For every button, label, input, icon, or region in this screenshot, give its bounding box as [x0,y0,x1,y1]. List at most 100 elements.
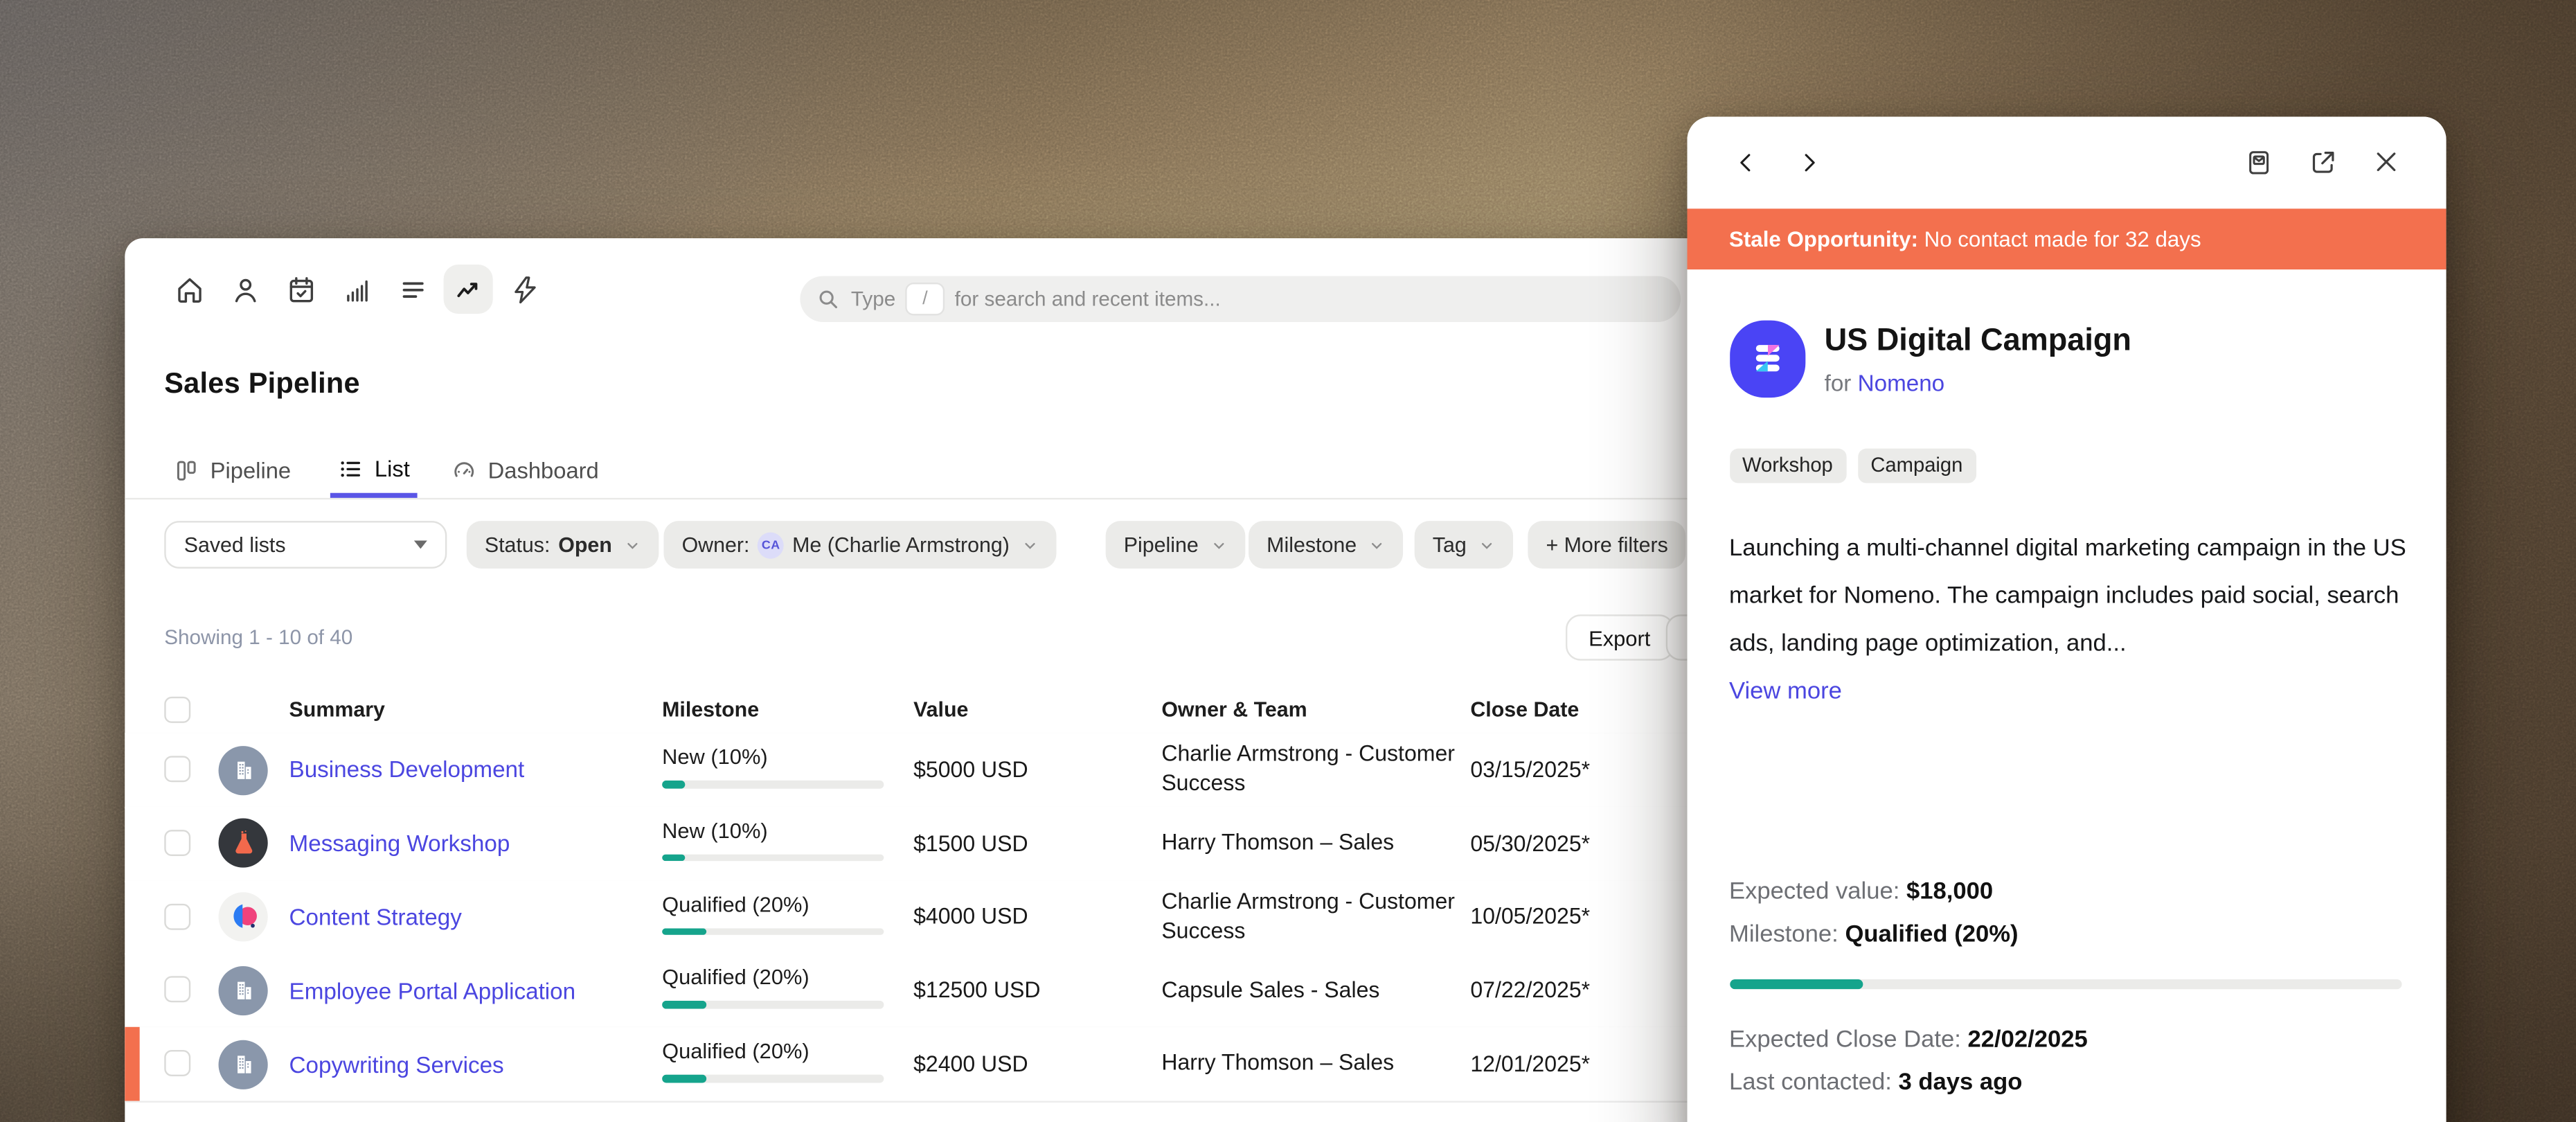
tag-filter[interactable]: Tag [1415,521,1512,569]
calendar-icon[interactable] [276,265,325,314]
milestone-label: New (10%) [662,818,768,843]
close-icon[interactable] [2372,147,2400,177]
owner-cell: Harry Thomson – Sales [1161,806,1460,880]
last-contacted-value: 3 days ago [1898,1069,2022,1095]
pipeline-filter[interactable]: Pipeline [1106,521,1245,569]
tag-list: Workshop Campaign [1729,447,1976,482]
gauge-icon [451,458,476,483]
opportunity-link[interactable]: Business Development [289,733,525,806]
more-filters-label: + More filters [1546,533,1667,558]
milestone-filter-label: Milestone [1267,533,1357,558]
home-icon[interactable] [164,265,213,314]
saved-lists-label: Saved lists [184,533,286,558]
stale-opportunity-banner: Stale Opportunity: No contact made for 3… [1686,208,2446,269]
page-title: Sales Pipeline [164,366,360,401]
column-owner-team: Owner & Team [1161,697,1307,722]
search-type-label: Type [851,287,895,310]
opportunity-description: Launching a multi-channel digital market… [1729,525,2409,715]
tag-pill[interactable]: Workshop [1729,447,1846,482]
row-checkbox[interactable] [164,756,190,782]
chevron-down-icon [1021,537,1038,553]
tab-list[interactable]: List [330,444,418,498]
close-date-cell: 05/30/2025* [1470,806,1590,880]
people-icon[interactable] [220,265,269,314]
back-icon[interactable] [1733,147,1759,177]
milestone-progress [662,854,884,862]
milestone-cell: Qualified (20%) [662,1039,884,1083]
open-external-icon[interactable] [2308,147,2338,177]
saved-lists-select[interactable]: Saved lists [164,521,447,569]
owner-cell: Charlie Armstrong - Customer Success [1161,733,1460,806]
tab-pipeline[interactable]: Pipeline [174,444,291,497]
pipeline-icon[interactable] [444,265,493,314]
milestone-progress [1729,979,2401,989]
milestone-value: Qualified (20%) [1845,921,2018,947]
column-value: Value [913,697,968,722]
opportunity-link[interactable]: Content Strategy [289,880,462,954]
for-label: for [1825,369,1858,395]
panel-header [1686,116,2446,208]
more-filters-button[interactable]: + More filters [1528,521,1686,569]
tab-dashboard-label: Dashboard [488,458,599,483]
milestone-row: Milestone: Qualified (20%) [1729,921,2019,947]
owner-cell: Charlie Armstrong - Customer Success [1161,880,1460,954]
column-close-date: Close Date [1470,697,1579,722]
tab-pipeline-label: Pipeline [211,458,291,483]
export-button[interactable]: Export [1566,614,1674,660]
milestone-progress [662,1001,884,1009]
pipeline-filter-label: Pipeline [1124,533,1199,558]
select-all-checkbox[interactable] [164,697,190,723]
list-icon [339,456,364,481]
banner-bold: Stale Opportunity: [1729,226,1918,251]
view-more-link[interactable]: View more [1729,678,1842,704]
milestone-filter[interactable]: Milestone [1249,521,1402,569]
milestone-label: New (10%) [662,745,768,769]
chevron-down-icon [1210,537,1226,553]
tasks-icon[interactable] [388,265,437,314]
opportunity-detail-panel: Stale Opportunity: No contact made for 3… [1686,116,2446,1122]
organisation-avatar [219,819,268,868]
close-date-cell: 07/22/2025* [1470,954,1590,1027]
milestone-progress [662,927,884,935]
row-checkbox[interactable] [164,977,190,1003]
row-checkbox[interactable] [164,1050,190,1076]
close-date-row: Expected Close Date: 22/02/2025 [1729,1026,2088,1053]
expected-value: $18,000 [1906,878,1993,905]
status-value: Open [558,533,612,558]
close-date-value: 22/02/2025 [1968,1026,2088,1053]
tab-dashboard[interactable]: Dashboard [451,444,598,497]
opportunity-link[interactable]: Messaging Workshop [289,806,510,880]
results-count: Showing 1 - 10 of 40 [164,626,352,649]
opportunity-title: US Digital Campaign [1825,323,2131,359]
search-icon [816,287,839,310]
close-date-cell: 12/01/2025* [1470,1027,1590,1101]
opportunity-link[interactable]: Copywriting Services [289,1027,504,1101]
email-icon[interactable] [2244,147,2274,177]
row-checkbox[interactable] [164,903,190,929]
milestone-label: Qualified (20%) [662,965,810,990]
organisation-avatar [219,892,268,941]
owner-filter[interactable]: Owner: CA Me (Charlie Armstrong) [663,521,1055,569]
value-cell: $12500 USD [913,954,1040,1027]
close-date-cell: 10/05/2025* [1470,880,1590,954]
owner-cell: Harry Thomson – Sales [1161,1027,1460,1101]
chevron-down-icon [1368,537,1385,553]
organisation-avatar [219,745,268,794]
tab-list-label: List [375,456,410,481]
kanban-icon [174,458,199,483]
status-label: Status: [485,533,551,558]
milestone-label: Qualified (20%) [662,891,810,916]
owner-cell: Capsule Sales - Sales [1161,954,1460,1027]
search-input[interactable]: Type / for search and recent items... [800,276,1681,322]
owner-avatar: CA [758,531,784,558]
banner-text: No contact made for 32 days [1918,226,2201,251]
tag-pill[interactable]: Campaign [1857,447,1976,482]
analytics-icon[interactable] [332,265,381,314]
automation-icon[interactable] [499,265,548,314]
opportunity-link[interactable]: Employee Portal Application [289,954,576,1027]
row-checkbox[interactable] [164,830,190,856]
forward-icon[interactable] [1795,147,1821,177]
milestone-progress [662,781,884,788]
status-filter[interactable]: Status: Open [467,521,659,569]
company-link[interactable]: Nomeno [1858,369,1945,395]
